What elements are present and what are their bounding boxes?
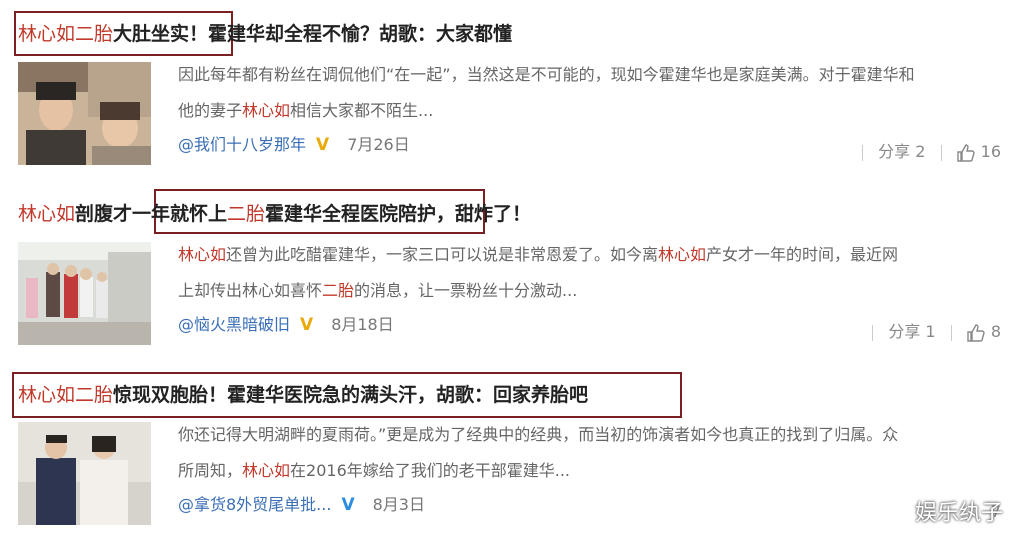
title-text[interactable]: 霍建华全程医院陪护，甜炸了！: [265, 203, 531, 225]
divider: [872, 324, 874, 341]
author-link[interactable]: @恼火黑暗破旧: [178, 315, 290, 334]
summary-keyword: 林心如: [242, 101, 291, 120]
summary-keyword: 林心如: [178, 245, 227, 264]
article-summary-3: 你还记得大明湖畔的夏雨荷。”更是成为了经典中的经典，而当初的饰演者如今也真正的找…: [178, 417, 998, 489]
article-title-1[interactable]: 林心如二胎大肚坐实！霍建华却全程不愉？胡歌：大家都懂: [18, 21, 512, 47]
share-button[interactable]: 分享 2: [878, 142, 925, 161]
title-text[interactable]: 剖腹才一年就怀上: [75, 203, 227, 225]
summary-line: 上却传出林心如喜怀二胎的消息，让一票粉丝十分激动...: [178, 273, 998, 309]
summary-text: 的消息，让一票粉丝十分激动...: [354, 281, 578, 300]
watermark-text: 娱乐纨子: [914, 501, 1003, 526]
article-meta-2: @恼火黑暗破旧 V 8月18日: [178, 314, 394, 336]
article-thumbnail-1[interactable]: [18, 62, 151, 165]
summary-line: 林心如还曾为此吃醋霍建华，一家三口可以说是非常恩爱了。如今离林心如产女才一年的时…: [178, 237, 998, 273]
title-text[interactable]: 惊现双胞胎！霍建华医院急的满头汗，胡歌：回家养胎吧: [113, 384, 588, 406]
thumbs-up-icon: [956, 143, 975, 162]
article-meta-3: @拿货8外贸尾单批... V 8月3日: [178, 494, 425, 516]
divider: [862, 144, 864, 161]
verified-badge-icon: V: [316, 135, 330, 155]
summary-text: 上却传出林心如喜怀: [178, 281, 323, 300]
title-keyword[interactable]: 林心如二胎: [18, 23, 113, 45]
summary-text: 他的妻子: [178, 101, 243, 120]
article-summary-2: 林心如还曾为此吃醋霍建华，一家三口可以说是非常恩爱了。如今离林心如产女才一年的时…: [178, 237, 998, 309]
divider: [950, 324, 952, 341]
summary-keyword: 林心如: [658, 245, 707, 264]
summary-line: 他的妻子林心如相信大家都不陌生...: [178, 93, 998, 129]
article-meta-1: @我们十八岁那年 V 7月26日: [178, 134, 410, 156]
article-summary-1: 因此每年都有粉丝在调侃他们“在一起”，当然这是不可能的，现如今霍建华也是家庭美满…: [178, 57, 998, 129]
article-1: 林心如二胎大肚坐实！霍建华却全程不愉？胡歌：大家都懂 因此每年都有粉丝在调侃他们…: [0, 0, 1027, 175]
author-link[interactable]: @拿货8外贸尾单批...: [178, 495, 331, 514]
article-title-3[interactable]: 林心如二胎惊现双胞胎！霍建华医院急的满头汗，胡歌：回家养胎吧: [18, 382, 588, 408]
summary-text: 在2016年嫁给了我们的老干部霍建华...: [290, 461, 571, 480]
article-2: 林心如剖腹才一年就怀上二胎霍建华全程医院陪护，甜炸了！ 林心如还曾为此吃醋霍建华…: [0, 175, 1027, 360]
watermark: 娱乐纨子: [880, 495, 1003, 527]
summary-text: 还曾为此吃醋霍建华，一家三口可以说是非常恩爱了。如今离: [226, 245, 659, 264]
publish-date: 7月26日: [347, 135, 410, 154]
author-link[interactable]: @我们十八岁那年: [178, 135, 306, 154]
title-keyword[interactable]: 林心如二胎: [18, 384, 113, 406]
divider: [940, 144, 942, 161]
summary-text: 相信大家都不陌生...: [290, 101, 434, 120]
article-thumbnail-3[interactable]: [18, 422, 151, 525]
like-button[interactable]: 16: [956, 142, 1001, 162]
like-count: 8: [990, 322, 1001, 341]
like-count: 16: [980, 142, 1001, 161]
summary-keyword: 林心如: [242, 461, 291, 480]
article-actions-2: 分享 1 8: [862, 321, 1001, 343]
title-keyword[interactable]: 二胎: [227, 203, 265, 225]
publish-date: 8月18日: [331, 315, 394, 334]
title-text[interactable]: 大肚坐实！霍建华却全程不愉？胡歌：大家都懂: [113, 23, 512, 45]
like-button[interactable]: 8: [967, 322, 1001, 342]
wechat-icon: [880, 503, 909, 525]
thumbs-up-icon: [967, 323, 985, 342]
summary-text: 所周知，: [178, 461, 243, 480]
verified-badge-icon: V: [341, 495, 355, 515]
verified-badge-icon: V: [300, 315, 314, 335]
summary-text: 产女才一年的时间，最近网: [706, 245, 899, 264]
publish-date: 8月3日: [372, 495, 425, 514]
share-button[interactable]: 分享 1: [888, 322, 935, 341]
article-title-2[interactable]: 林心如剖腹才一年就怀上二胎霍建华全程医院陪护，甜炸了！: [18, 201, 531, 227]
article-thumbnail-2[interactable]: [18, 242, 151, 345]
title-keyword[interactable]: 林心如: [18, 203, 75, 225]
summary-line: 所周知，林心如在2016年嫁给了我们的老干部霍建华...: [178, 453, 998, 489]
summary-keyword: 二胎: [322, 281, 355, 300]
article-3: 林心如二胎惊现双胞胎！霍建华医院急的满头汗，胡歌：回家养胎吧 你还记得大明湖畔的…: [0, 360, 1027, 554]
article-actions-1: 分享 2 16: [852, 141, 1001, 163]
summary-line: 因此每年都有粉丝在调侃他们“在一起”，当然这是不可能的，现如今霍建华也是家庭美满…: [178, 65, 915, 84]
summary-line: 你还记得大明湖畔的夏雨荷。”更是成为了经典中的经典，而当初的饰演者如今也真正的找…: [178, 425, 899, 444]
